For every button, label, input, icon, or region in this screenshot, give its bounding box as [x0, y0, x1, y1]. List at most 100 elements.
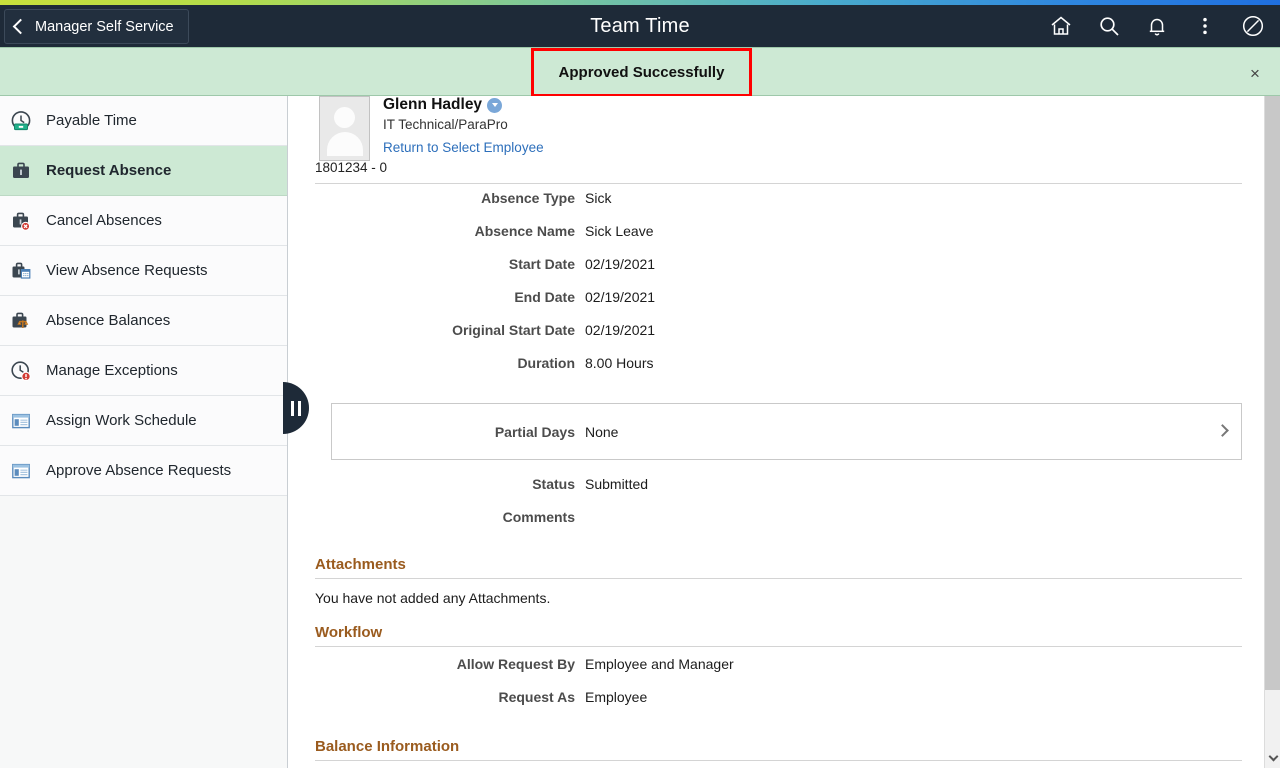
- sidebar-item-request-absence[interactable]: Request Absence: [0, 146, 287, 196]
- section-rule: [315, 760, 1242, 761]
- field-row-start-date: Start Date 02/19/2021: [289, 256, 1264, 289]
- sidebar-item-assign-work-schedule[interactable]: Assign Work Schedule: [0, 396, 287, 446]
- clock-payable-icon: [8, 108, 34, 134]
- field-value: 02/19/2021: [585, 289, 656, 305]
- field-value: Employee: [585, 689, 648, 705]
- field-value: 02/19/2021: [585, 256, 656, 272]
- field-label: Comments: [502, 509, 575, 525]
- briefcase-icon: [8, 158, 34, 184]
- sidebar-item-view-absence-requests[interactable]: View Absence Requests: [0, 246, 287, 296]
- avatar-body: [326, 132, 363, 156]
- field-row-comments: Comments: [289, 509, 1264, 542]
- avatar: [319, 96, 370, 161]
- absence-fields-group: Absence Type Sick Absence Name Sick Leav…: [289, 184, 1264, 388]
- field-row-duration: Duration 8.00 Hours: [289, 355, 1264, 388]
- chevron-right-icon: [1216, 423, 1229, 437]
- employee-header: Glenn Hadley IT Technical/ParaPro Return…: [289, 96, 1264, 178]
- field-label: Absence Type: [481, 190, 575, 206]
- employee-id: 1801234 - 0: [315, 160, 388, 175]
- field-label: Absence Name: [474, 223, 575, 239]
- briefcase-cancel-icon: [8, 208, 34, 234]
- field-label: Duration: [517, 355, 575, 371]
- attachments-empty-message: You have not added any Attachments.: [315, 590, 551, 606]
- avatar-head: [334, 107, 355, 128]
- close-icon[interactable]: ×: [1244, 62, 1266, 84]
- message-banner: Approved Successfully ×: [0, 47, 1280, 97]
- section-title: Workflow: [315, 624, 383, 641]
- status-fields-group: Status Submitted Comments: [289, 460, 1264, 542]
- partial-days-value: None: [585, 423, 619, 440]
- return-to-select-employee-link[interactable]: Return to Select Employee: [383, 140, 544, 155]
- field-value: Sick Leave: [585, 223, 654, 239]
- sidebar-item-label: Absence Balances: [46, 312, 171, 329]
- back-to-manager-self-service-button[interactable]: Manager Self Service: [4, 9, 189, 44]
- handle-bar-right: [298, 400, 301, 416]
- field-row-end-date: End Date 02/19/2021: [289, 289, 1264, 322]
- approval-message-highlight: Approved Successfully: [531, 48, 752, 97]
- field-row-status: Status Submitted: [289, 476, 1264, 509]
- field-label: End Date: [514, 289, 575, 305]
- field-value: 02/19/2021: [585, 322, 656, 338]
- clock-alert-icon: [8, 358, 34, 384]
- sidebar-item-label: Payable Time: [46, 112, 137, 129]
- field-label: Allow Request By: [456, 656, 575, 672]
- sidebar-item-label: View Absence Requests: [46, 262, 208, 279]
- scroll-down-arrow-icon[interactable]: [1265, 750, 1280, 766]
- navbar-compass-icon[interactable]: [1234, 7, 1272, 45]
- sidebar-navigation: Payable Time Request Absence Cancel Abse…: [0, 96, 288, 768]
- field-label: Status: [532, 476, 575, 492]
- workflow-fields-group: Allow Request By Employee and Manager Re…: [289, 647, 1264, 722]
- related-actions-icon[interactable]: [487, 97, 503, 113]
- chevron-left-icon: [12, 18, 29, 35]
- approval-message-text: Approved Successfully: [558, 64, 725, 81]
- back-button-label: Manager Self Service: [35, 18, 174, 35]
- employee-name: Glenn Hadley: [383, 96, 483, 113]
- employee-name-row: Glenn Hadley: [383, 96, 544, 114]
- briefcase-calendar-icon: [8, 258, 34, 284]
- attachments-section-header: Attachments: [315, 556, 1242, 579]
- employee-job-title: IT Technical/ParaPro: [383, 117, 508, 132]
- field-value: Employee and Manager: [585, 656, 734, 672]
- field-value: Submitted: [585, 476, 649, 492]
- sidebar-item-label: Assign Work Schedule: [46, 412, 197, 429]
- actions-kebab-icon[interactable]: [1186, 7, 1224, 45]
- section-title: Balance Information: [315, 738, 460, 755]
- partial-days-card[interactable]: Partial Days None: [331, 403, 1242, 460]
- field-row-absence-name: Absence Name Sick Leave: [289, 223, 1264, 256]
- briefcase-scales-icon: [8, 308, 34, 334]
- sidebar-item-manage-exceptions[interactable]: Manage Exceptions: [0, 346, 287, 396]
- field-row-original-start-date: Original Start Date 02/19/2021: [289, 322, 1264, 355]
- vertical-scrollbar[interactable]: [1264, 96, 1280, 768]
- window-panel-icon: [8, 458, 34, 484]
- absence-request-detail-panel: Glenn Hadley IT Technical/ParaPro Return…: [289, 96, 1264, 768]
- app-root: Manager Self Service Team Time Approved …: [0, 0, 1280, 768]
- home-icon[interactable]: [1042, 7, 1080, 45]
- sidebar-item-cancel-absences[interactable]: Cancel Absences: [0, 196, 287, 246]
- section-rule: [315, 578, 1242, 579]
- workflow-section-header: Workflow: [315, 624, 1242, 647]
- notifications-bell-icon[interactable]: [1138, 7, 1176, 45]
- app-header: Manager Self Service Team Time: [0, 5, 1280, 47]
- sidebar-item-payable-time[interactable]: Payable Time: [0, 96, 287, 146]
- sidebar-item-label: Cancel Absences: [46, 212, 162, 229]
- field-value: Sick: [585, 190, 612, 206]
- scrollbar-thumb[interactable]: [1265, 96, 1280, 690]
- sidebar-item-label: Manage Exceptions: [46, 362, 178, 379]
- employee-info: Glenn Hadley IT Technical/ParaPro Return…: [383, 96, 544, 155]
- header-icon-group: [1042, 5, 1272, 47]
- field-value: 8.00 Hours: [585, 355, 654, 371]
- field-row-absence-type: Absence Type Sick: [289, 190, 1264, 223]
- handle-bar-left: [291, 400, 294, 416]
- window-panel-icon: [8, 408, 34, 434]
- field-row-allow-request-by: Allow Request By Employee and Manager: [289, 656, 1264, 689]
- field-label: Start Date: [508, 256, 575, 272]
- sidebar-item-label: Request Absence: [46, 162, 172, 179]
- sidebar-item-label: Approve Absence Requests: [46, 462, 232, 479]
- sidebar-item-approve-absence-requests[interactable]: Approve Absence Requests: [0, 446, 287, 496]
- sidebar-item-absence-balances[interactable]: Absence Balances: [0, 296, 287, 346]
- section-title: Attachments: [315, 556, 406, 573]
- balance-information-section-header: Balance Information: [315, 738, 1242, 761]
- search-icon[interactable]: [1090, 7, 1128, 45]
- field-row-request-as: Request As Employee: [289, 689, 1264, 722]
- field-label: Original Start Date: [452, 322, 575, 338]
